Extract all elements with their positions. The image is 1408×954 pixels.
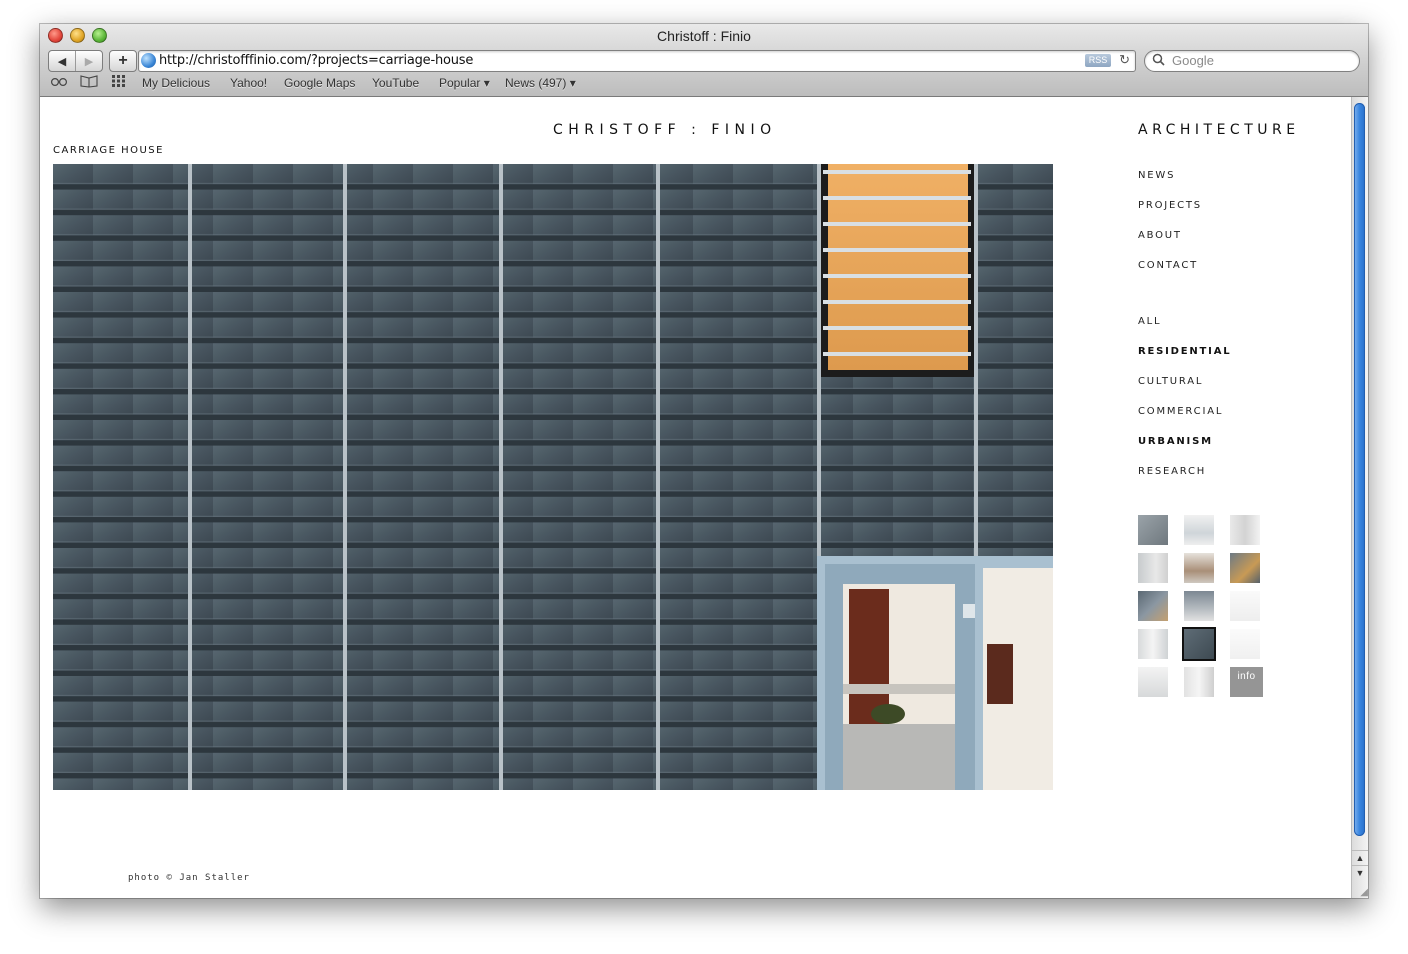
thumbnail[interactable]	[1230, 515, 1260, 545]
scrollbar-thumb[interactable]	[1354, 103, 1365, 836]
category-all[interactable]: ALL	[1138, 316, 1161, 327]
rss-button[interactable]: RSS	[1085, 54, 1111, 67]
thumbnail-selected[interactable]	[1184, 629, 1214, 659]
site-globe-icon	[141, 53, 156, 68]
page-content: CHRISTOFF : FINIO ARCHITECTURE CARRIAGE …	[40, 97, 1352, 898]
search-bar[interactable]: Google	[1144, 50, 1360, 72]
reload-icon[interactable]: ↻	[1119, 52, 1130, 68]
book-icon[interactable]	[80, 74, 98, 91]
thumbnail[interactable]	[1230, 629, 1260, 659]
forward-arrow-icon: ▶	[84, 55, 94, 68]
nav-about[interactable]: ABOUT	[1138, 230, 1182, 241]
project-title: CARRIAGE HOUSE	[53, 145, 164, 156]
category-commercial[interactable]: COMMERCIAL	[1138, 406, 1223, 417]
thumbnail[interactable]	[1184, 591, 1214, 621]
thumbnail[interactable]	[1138, 515, 1168, 545]
thumbnail[interactable]	[1138, 553, 1168, 583]
thumbnail[interactable]	[1184, 553, 1214, 583]
category-cultural[interactable]: CULTURAL	[1138, 376, 1203, 387]
address-bar[interactable]: http://christofffinio.com/?projects=carr…	[138, 50, 1136, 72]
reading-glasses-icon[interactable]	[50, 74, 68, 91]
scroll-down-icon[interactable]: ▼	[1352, 865, 1368, 881]
bookmark-popular-menu[interactable]: Popular ▾	[439, 76, 490, 90]
back-arrow-icon: ◀	[57, 55, 67, 68]
nav-news[interactable]: NEWS	[1138, 170, 1175, 181]
plus-icon: +	[118, 52, 128, 69]
info-button[interactable]: info	[1230, 667, 1263, 697]
thumbnail[interactable]	[1138, 629, 1168, 659]
browser-chrome: Christoff : Finio ◀ ▶ + http://christoff…	[40, 24, 1368, 97]
scroll-up-icon[interactable]: ▲	[1352, 850, 1368, 866]
bookmarks-bar: My Delicious Yahoo! Google Maps YouTube …	[40, 74, 1368, 92]
category-residential[interactable]: RESIDENTIAL	[1138, 346, 1231, 357]
resize-grip-icon[interactable]: ◢	[1360, 887, 1368, 898]
search-icon	[1152, 53, 1166, 70]
photo-credit: photo © Jan Staller	[128, 873, 250, 883]
site-title[interactable]: CHRISTOFF : FINIO	[553, 122, 777, 138]
bookmark-my-delicious[interactable]: My Delicious	[142, 76, 210, 90]
search-input[interactable]: Google	[1172, 53, 1214, 68]
vertical-scrollbar[interactable]: ▲ ▼ ◢	[1351, 97, 1368, 898]
grid-icon[interactable]	[111, 74, 127, 91]
thumbnail[interactable]	[1184, 515, 1214, 545]
forward-button[interactable]: ▶	[75, 51, 102, 71]
back-button[interactable]: ◀	[49, 51, 75, 71]
bookmark-news-menu[interactable]: News (497) ▾	[505, 76, 576, 90]
url-field[interactable]: http://christofffinio.com/?projects=carr…	[159, 53, 473, 68]
nav-contact[interactable]: CONTACT	[1138, 260, 1198, 271]
project-photo	[53, 164, 1053, 790]
thumbnail[interactable]	[1184, 667, 1214, 697]
category-urbanism[interactable]: URBANISM	[1138, 436, 1213, 447]
bookmark-yahoo[interactable]: Yahoo!	[230, 76, 267, 90]
thumbnail[interactable]	[1230, 591, 1260, 621]
thumbnail[interactable]	[1138, 667, 1168, 697]
window-title: Christoff : Finio	[657, 28, 751, 44]
add-bookmark-button[interactable]: +	[109, 50, 137, 72]
nav-projects[interactable]: PROJECTS	[1138, 200, 1202, 211]
nav-buttons: ◀ ▶	[48, 50, 103, 72]
thumbnail[interactable]	[1138, 591, 1168, 621]
bookmark-youtube[interactable]: YouTube	[372, 76, 419, 90]
browser-window: Christoff : Finio ◀ ▶ + http://christoff…	[40, 24, 1368, 898]
section-title: ARCHITECTURE	[1138, 122, 1300, 138]
thumbnail[interactable]	[1230, 553, 1260, 583]
category-research[interactable]: RESEARCH	[1138, 466, 1206, 477]
bookmark-google-maps[interactable]: Google Maps	[284, 76, 355, 90]
